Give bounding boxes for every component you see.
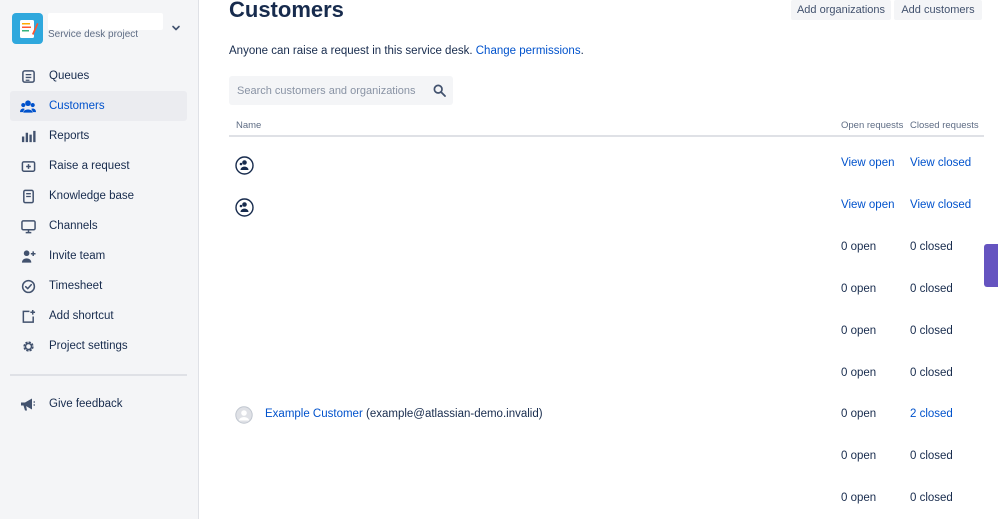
organization-icon [235,156,254,175]
organization-icon [235,198,254,217]
sidebar-item-label: Customers [49,100,105,112]
add-shortcut-icon [20,308,36,324]
closed-count: 0 closed [910,367,953,379]
permissions-suffix: . [580,45,584,57]
closed-count: 0 closed [910,492,953,504]
sidebar-item-knowledge-base[interactable]: Knowledge base [10,181,187,211]
view-open-link[interactable]: View open [841,157,895,169]
page-title: Customers [229,0,344,22]
sidebar-item-add-shortcut[interactable]: Add shortcut [10,301,187,331]
closed-count: 0 closed [910,283,953,295]
open-count: 0 open [841,283,877,295]
sidebar-divider [10,374,187,376]
monitor-icon [20,218,36,234]
add-customers-button[interactable]: Add customers [894,0,982,20]
knowledge-base-icon [20,188,36,204]
table-row: 0 open 0 closed [229,443,984,485]
closed-count-link[interactable]: 2 closed [910,408,953,420]
view-closed-link[interactable]: View closed [910,157,971,169]
closed-count: 0 closed [910,241,953,253]
customer-name-link[interactable]: Example Customer [265,408,363,420]
sidebar-item-label: Queues [49,70,90,82]
column-header-closed-requests: Closed requests [910,120,979,131]
change-permissions-link[interactable]: Change permissions [476,45,581,57]
table-header-rule [229,135,984,137]
sidebar-nav: Queues Customers Reports Raise a request… [10,61,187,361]
sidebar-item-reports[interactable]: Reports [10,121,187,151]
customers-icon [20,98,36,114]
sidebar-item-label: Project settings [49,340,128,352]
table-row: Example Customer (example@atlassian-demo… [229,401,984,443]
help-side-tab[interactable] [984,244,998,287]
open-count: 0 open [841,241,877,253]
table-row: 0 open 0 closed [229,360,984,402]
column-header-open-requests: Open requests [841,120,904,131]
sidebar-item-label: Channels [49,220,98,232]
search-box [229,76,453,105]
table-row: 0 open 0 closed [229,234,984,276]
project-header[interactable]: Service desk project [12,13,187,45]
column-header-name: Name [236,120,262,131]
sidebar-item-label: Reports [49,130,90,142]
give-feedback-button[interactable]: Give feedback [10,389,187,419]
sidebar-item-label: Raise a request [49,160,130,172]
closed-count: 0 closed [910,450,953,462]
raise-request-icon [20,158,36,174]
avatar [235,406,253,424]
customer-entry: Example Customer (example@atlassian-demo… [265,408,543,420]
sidebar-feedback: Give feedback [10,389,187,419]
sidebar-item-customers[interactable]: Customers [10,91,187,121]
view-closed-link[interactable]: View closed [910,199,971,211]
search-icon[interactable] [433,84,446,97]
check-circle-icon [20,278,36,294]
search-input[interactable] [229,76,429,105]
give-feedback-label: Give feedback [49,398,123,410]
closed-count: 0 closed [910,325,953,337]
sidebar-item-queues[interactable]: Queues [10,61,187,91]
sidebar-item-raise-request[interactable]: Raise a request [10,151,187,181]
view-open-link[interactable]: View open [841,199,895,211]
sidebar-item-invite-team[interactable]: Invite team [10,241,187,271]
sidebar-item-label: Knowledge base [49,190,135,202]
project-logo [12,13,43,44]
queues-icon [20,68,36,84]
open-count: 0 open [841,492,877,504]
reports-icon [20,128,36,144]
invite-team-icon [20,248,36,264]
table-row: 0 open 0 closed [229,318,984,360]
open-count: 0 open [841,367,877,379]
open-count: 0 open [841,450,877,462]
sidebar-item-label: Invite team [49,250,106,262]
table-row: 0 open 0 closed [229,485,984,519]
chevron-down-icon[interactable] [170,22,182,34]
main-content: Customers Add organizations Add customer… [199,0,998,519]
sidebar-item-label: Timesheet [49,280,103,292]
permissions-info: Anyone can raise a request in this servi… [229,45,584,57]
open-count: 0 open [841,325,877,337]
sidebar-item-label: Add shortcut [49,310,114,322]
sidebar-item-channels[interactable]: Channels [10,211,187,241]
permissions-text: Anyone can raise a request in this servi… [229,45,473,57]
gear-icon [20,338,36,354]
table-row: 0 open 0 closed [229,276,984,318]
project-name [48,13,163,30]
customer-email: (example@atlassian-demo.invalid) [366,408,543,420]
project-type: Service desk project [48,29,139,40]
add-organizations-button[interactable]: Add organizations [791,0,891,20]
sidebar-item-project-settings[interactable]: Project settings [10,331,187,361]
sidebar: Service desk project Queues Customers Re… [0,0,199,519]
sidebar-item-timesheet[interactable]: Timesheet [10,271,187,301]
megaphone-icon [20,396,36,412]
open-count: 0 open [841,408,877,420]
table-row: View open View closed [229,150,984,192]
table-row: View open View closed [229,192,984,234]
